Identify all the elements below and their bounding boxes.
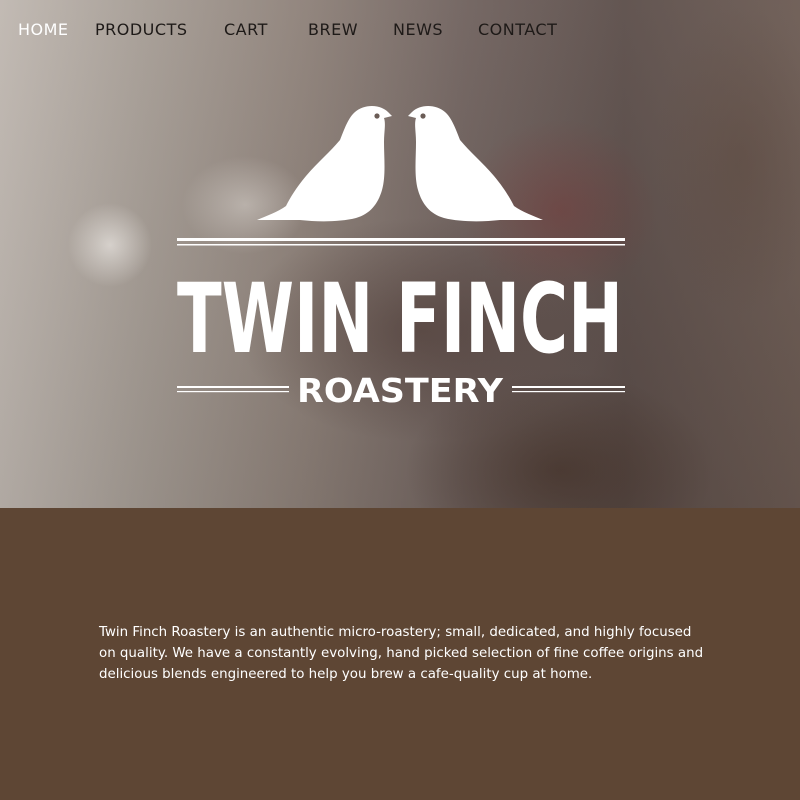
right-finch-icon: [408, 106, 543, 222]
nav-home-link[interactable]: HOME: [18, 20, 69, 39]
nav-contact-link[interactable]: CONTACT: [478, 20, 557, 39]
hero-banner: TWIN FINCH ROASTERY HOME PRODUCTS CART B…: [0, 0, 800, 508]
logo-top-rule-thin: [177, 244, 625, 246]
logo-right-rule: [512, 386, 625, 388]
logo-title: TWIN FINCH: [177, 263, 623, 375]
nav-products-link[interactable]: PRODUCTS: [95, 20, 188, 39]
logo-left-rule-thin: [177, 391, 289, 393]
brand-logo: TWIN FINCH ROASTERY: [177, 106, 625, 410]
right-finch-eye: [420, 113, 426, 119]
logo-left-rule: [177, 386, 289, 388]
nav-news-link[interactable]: NEWS: [393, 20, 443, 39]
logo-top-rule: [177, 238, 625, 241]
nav-cart-link[interactable]: CART: [224, 20, 268, 39]
nav-brew-link[interactable]: BREW: [308, 20, 358, 39]
left-finch-icon: [257, 106, 392, 222]
about-text: Twin Finch Roastery is an authentic micr…: [99, 625, 704, 682]
logo-right-rule-thin: [512, 391, 625, 393]
main-nav: HOME PRODUCTS CART BREW NEWS CONTACT: [0, 20, 800, 44]
left-finch-eye: [374, 113, 380, 119]
about-section: Twin Finch Roastery is an authentic micr…: [0, 508, 800, 800]
logo-subtitle: ROASTERY: [297, 371, 504, 410]
